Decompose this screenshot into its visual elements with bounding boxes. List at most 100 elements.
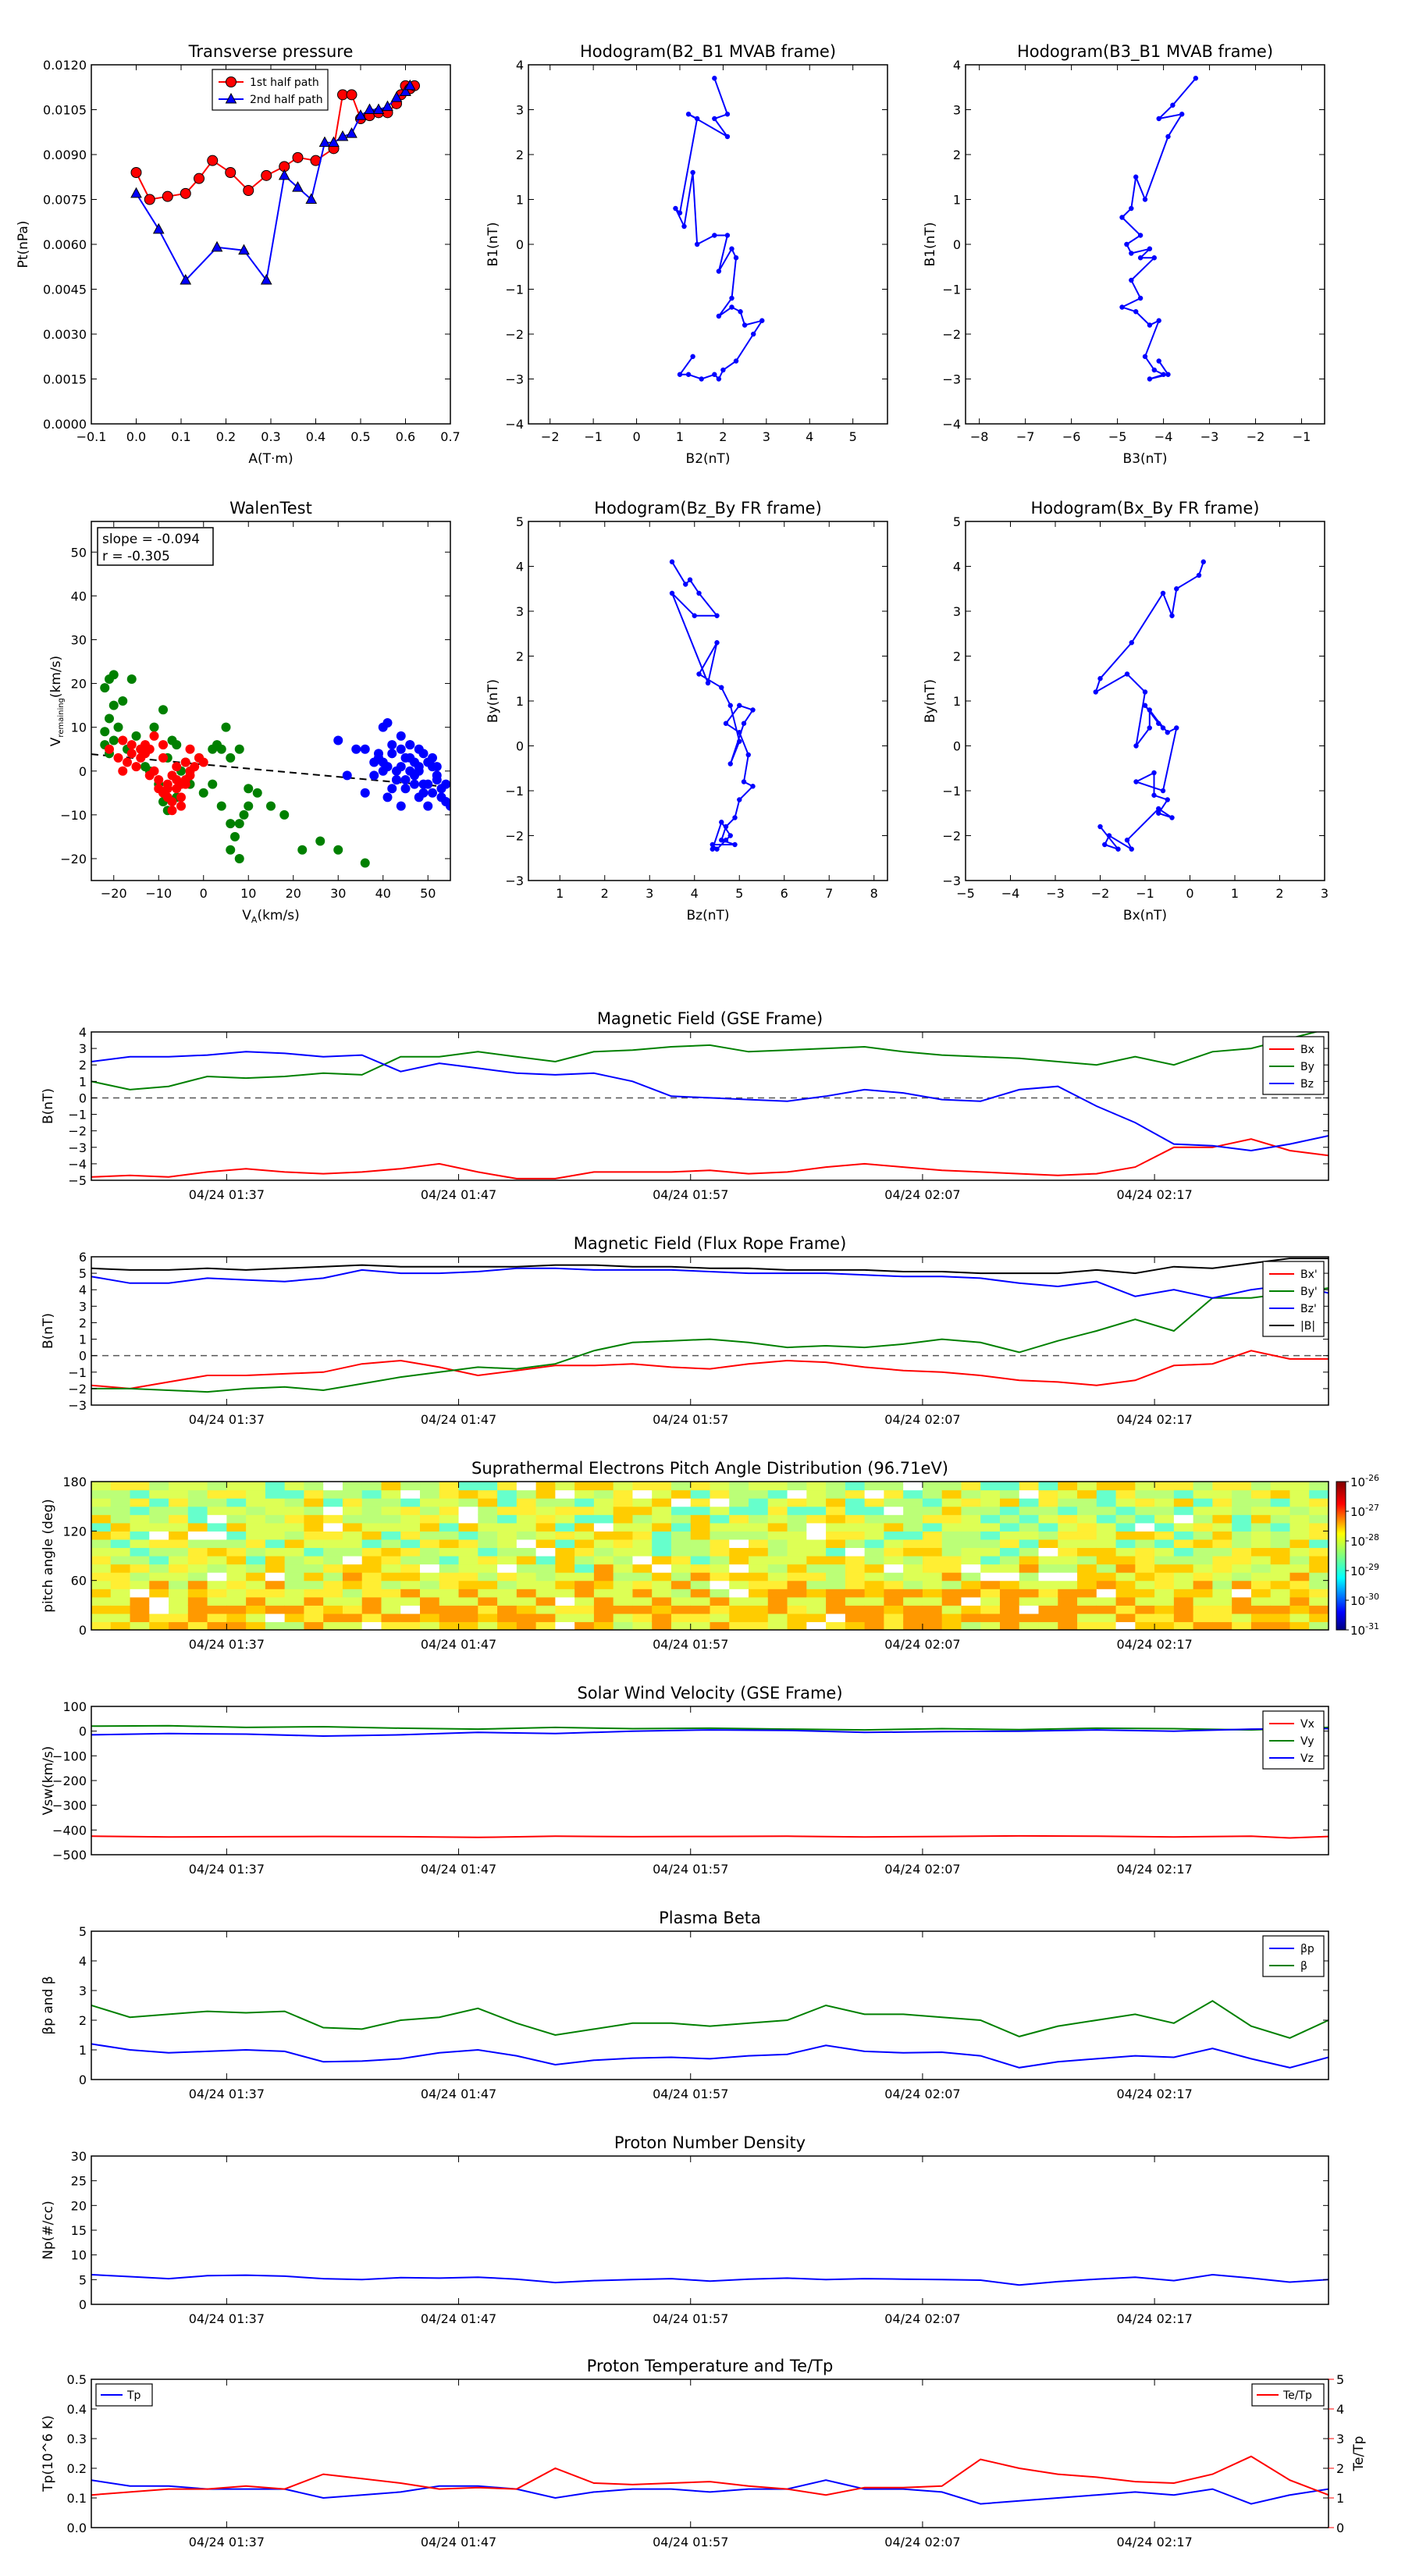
heatmap-cell	[130, 1613, 150, 1623]
y-tick-label: 0.0120	[43, 58, 87, 73]
heatmap-cell	[941, 1531, 962, 1540]
series-marker	[677, 372, 683, 377]
heatmap-cell	[1212, 1547, 1232, 1557]
heatmap-cell	[767, 1596, 788, 1606]
heatmap-cell	[110, 1613, 131, 1623]
heatmap-cell	[1309, 1547, 1329, 1557]
series-line-0	[91, 2273, 1329, 2286]
heatmap-cell	[729, 1605, 749, 1614]
heatmap-cell	[91, 1605, 112, 1614]
heatmap-cell	[1232, 1506, 1252, 1515]
series-marker	[759, 318, 765, 323]
heatmap-cell	[980, 1596, 1001, 1606]
heatmap-cell	[1309, 1506, 1329, 1515]
series-marker	[719, 820, 724, 825]
x-tick-label: 04/24 01:47	[421, 1412, 496, 1427]
heatmap-cell	[652, 1596, 672, 1606]
series-marker	[690, 169, 695, 176]
heatmap-cell	[535, 1547, 556, 1557]
heatmap-cell	[806, 1547, 827, 1557]
heatmap-cell	[265, 1514, 286, 1524]
series-marker	[1193, 76, 1199, 81]
heatmap-cell	[361, 1589, 382, 1598]
heatmap-cell	[149, 1596, 169, 1606]
heatmap-cell	[1193, 1556, 1214, 1565]
heatmap-cell	[1038, 1489, 1058, 1499]
heatmap-cell	[169, 1580, 189, 1589]
heatmap-cell	[1154, 1621, 1175, 1630]
y-tick-label: −4	[505, 417, 524, 432]
heatmap-cell	[884, 1613, 904, 1623]
series-marker	[194, 173, 205, 184]
y-right-tick-label: 1	[1336, 2491, 1344, 2506]
heatmap-cell	[1250, 1531, 1272, 1540]
series-marker	[750, 707, 756, 713]
heatmap-cell	[1173, 1489, 1194, 1499]
heatmap-cell	[787, 1596, 807, 1606]
heatmap-cell	[1019, 1506, 1040, 1515]
series-marker	[723, 824, 729, 830]
heatmap-cell	[999, 1547, 1020, 1557]
x-tick-label: −5	[1108, 429, 1127, 444]
heatmap-cell	[826, 1514, 846, 1524]
series-marker	[727, 833, 733, 838]
legend-entry: β	[1300, 1960, 1307, 1973]
heatmap-cell	[729, 1482, 749, 1491]
heatmap-cell	[149, 1498, 169, 1507]
y-tick-label: 4	[79, 1954, 87, 1969]
heatmap-cell	[999, 1589, 1020, 1598]
series-marker	[1142, 354, 1148, 359]
heatmap-cell	[1038, 1613, 1058, 1623]
legend-entry: By	[1300, 1061, 1314, 1073]
heatmap-cell	[1232, 1596, 1252, 1606]
heatmap-cell	[342, 1596, 363, 1606]
heatmap-cell	[555, 1613, 575, 1623]
y-tick-label: 3	[79, 1299, 87, 1314]
heatmap-cell	[1173, 1596, 1194, 1606]
heatmap-cell	[652, 1572, 672, 1582]
heatmap-cell	[884, 1556, 904, 1565]
heatmap-cell	[1289, 1556, 1310, 1565]
heatmap-cell	[478, 1531, 498, 1540]
series-marker	[225, 167, 237, 178]
heatmap-cell	[749, 1613, 769, 1623]
heatmap-cell	[1193, 1506, 1214, 1515]
heatmap-cell	[690, 1531, 711, 1540]
heatmap-cell	[420, 1605, 440, 1614]
heatmap-cell	[613, 1506, 634, 1515]
colorbar-tick-label: 10-26	[1350, 1473, 1379, 1489]
heatmap-cell	[1270, 1564, 1291, 1573]
heatmap-cell	[1135, 1580, 1155, 1589]
y-tick-label: 4	[516, 58, 524, 73]
heatmap-cell	[1115, 1514, 1136, 1524]
plot-area-beta	[91, 2000, 1329, 2069]
series-marker	[692, 613, 697, 618]
heatmap-cell	[149, 1572, 169, 1582]
heatmap-cell	[884, 1596, 904, 1606]
y-tick-label: −300	[52, 1799, 87, 1813]
heatmap-cell	[980, 1482, 1001, 1491]
series-marker	[724, 112, 731, 117]
heatmap-cell	[265, 1572, 286, 1582]
heatmap-cell	[999, 1531, 1020, 1540]
heatmap-cell	[284, 1489, 305, 1499]
heatmap-cell	[670, 1589, 692, 1598]
heatmap-cell	[864, 1621, 884, 1630]
heatmap-cell	[574, 1506, 595, 1515]
heatmap-cell	[91, 1547, 112, 1557]
series-line-0	[1119, 77, 1197, 380]
heatmap-cell	[323, 1522, 343, 1532]
chart-title: Magnetic Field (Flux Rope Frame)	[574, 1234, 847, 1253]
series-marker	[1137, 255, 1144, 261]
heatmap-cell	[652, 1589, 672, 1598]
heatmap-cell	[304, 1580, 324, 1589]
heatmap-cell	[226, 1580, 247, 1589]
heatmap-cell	[1077, 1572, 1097, 1582]
scatter-point	[149, 731, 159, 741]
heatmap-cell	[439, 1522, 460, 1532]
heatmap-cell	[690, 1564, 711, 1573]
scatter-point	[387, 740, 397, 750]
series-marker	[1129, 251, 1134, 256]
figure: Transverse pressure0.00000.00150.00300.0…	[16, 42, 1379, 2549]
heatmap-cell	[458, 1613, 478, 1623]
